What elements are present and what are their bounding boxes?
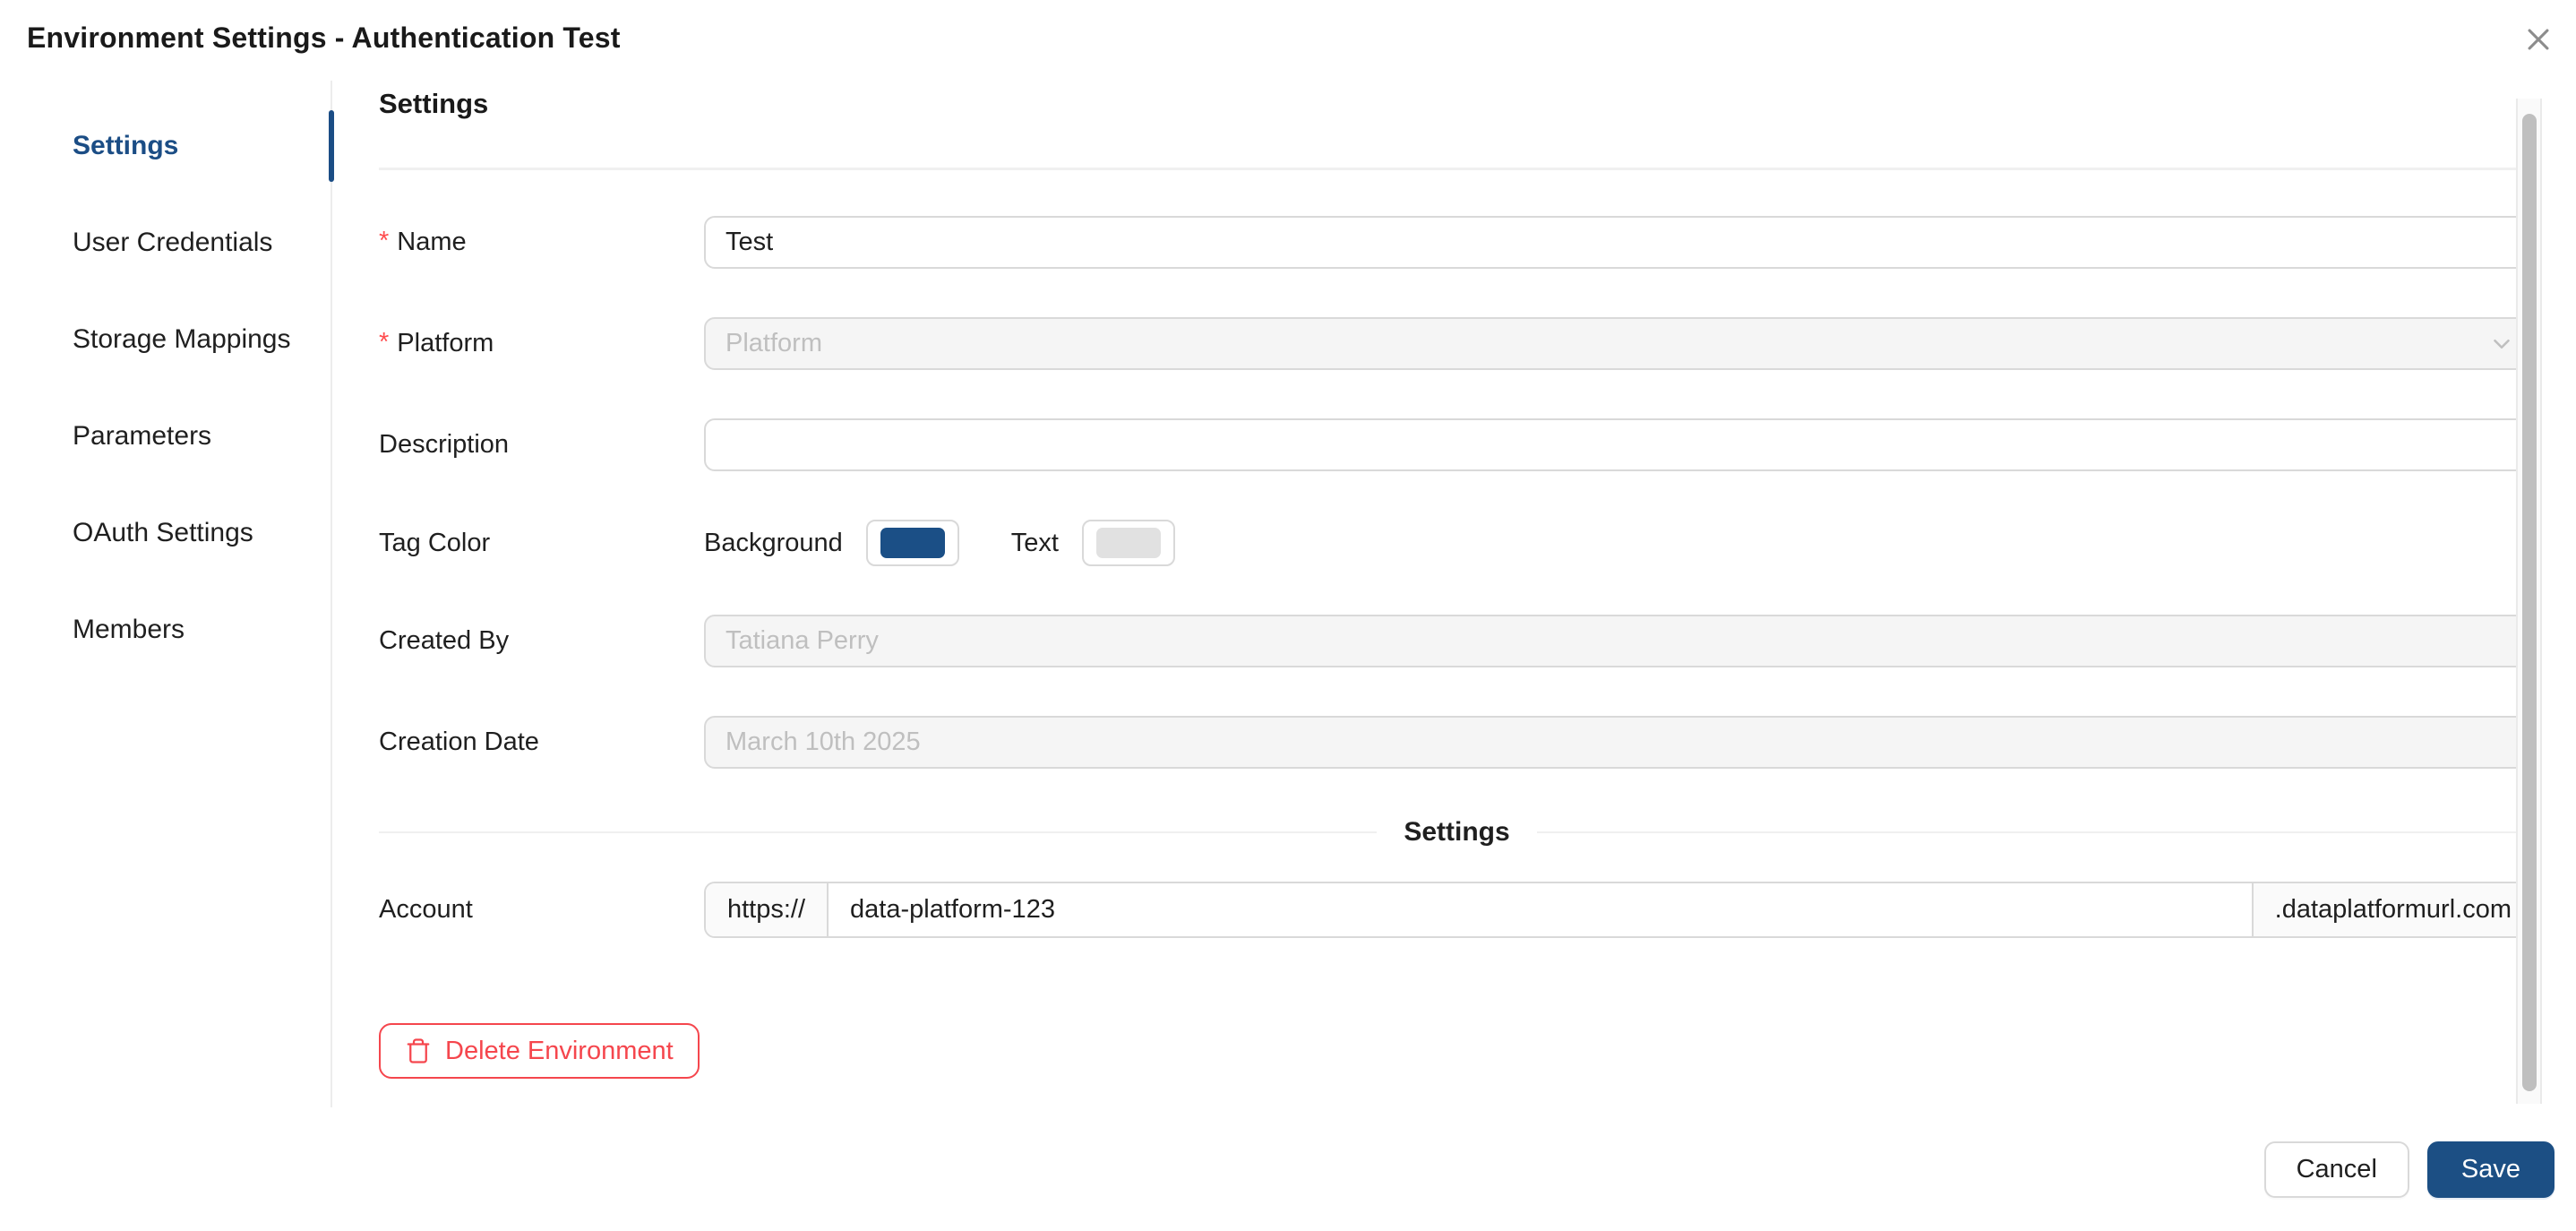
platform-label: * Platform <box>379 329 704 358</box>
modal-title: Environment Settings - Authentication Te… <box>27 22 2549 55</box>
sidebar-item-oauth-settings[interactable]: OAuth Settings <box>0 485 331 581</box>
name-row: * Name <box>379 216 2535 269</box>
platform-row: * Platform <box>379 317 2535 370</box>
scrollbar-thumb[interactable] <box>2522 114 2537 1091</box>
section-divider-label: Settings <box>1377 817 1536 848</box>
sidebar-item-storage-mappings[interactable]: Storage Mappings <box>0 291 331 388</box>
required-asterisk: * <box>379 227 389 256</box>
account-domain-suffix: .dataplatformurl.com <box>2252 883 2533 936</box>
text-color-label: Text <box>1011 529 1059 558</box>
background-color-label: Background <box>704 529 843 558</box>
account-input[interactable] <box>829 883 2252 936</box>
settings-panel: Settings * Name * Platform <box>332 81 2576 1107</box>
creation-date-row: Creation Date <box>379 716 2535 769</box>
panel-heading: Settings <box>379 88 2535 120</box>
sidebar-item-settings[interactable]: Settings <box>0 98 331 194</box>
trash-icon <box>405 1037 432 1064</box>
modal-body: Settings User Credentials Storage Mappin… <box>0 81 2576 1107</box>
close-icon <box>2523 24 2554 55</box>
settings-sidebar: Settings User Credentials Storage Mappin… <box>0 81 332 1107</box>
created-by-label: Created By <box>379 626 704 656</box>
platform-select <box>704 317 2535 370</box>
creation-date-input <box>704 716 2535 769</box>
account-row: Account https:// .dataplatformurl.com <box>379 882 2535 938</box>
creation-date-label: Creation Date <box>379 727 704 757</box>
modal-footer: Cancel Save <box>0 1107 2576 1231</box>
delete-environment-label: Delete Environment <box>445 1037 674 1066</box>
required-asterisk: * <box>379 328 389 357</box>
account-protocol-prefix: https:// <box>706 883 829 936</box>
close-button[interactable] <box>2519 20 2558 59</box>
account-input-group: https:// .dataplatformurl.com <box>704 882 2535 938</box>
created-by-row: Created By <box>379 615 2535 667</box>
heading-divider <box>379 168 2535 170</box>
text-color-picker[interactable] <box>1082 520 1175 566</box>
name-input[interactable] <box>704 216 2535 269</box>
save-button[interactable]: Save <box>2427 1141 2555 1198</box>
section-divider: Settings <box>379 817 2535 848</box>
description-input[interactable] <box>704 418 2535 471</box>
background-color-swatch <box>880 528 945 558</box>
modal-header: Environment Settings - Authentication Te… <box>0 0 2576 81</box>
sidebar-item-members[interactable]: Members <box>0 581 331 678</box>
tag-color-row: Tag Color Background Text <box>379 520 2535 566</box>
sidebar-item-parameters[interactable]: Parameters <box>0 388 331 485</box>
account-label: Account <box>379 895 704 925</box>
background-color-picker[interactable] <box>866 520 959 566</box>
tag-color-label: Tag Color <box>379 529 704 558</box>
text-color-swatch <box>1096 528 1161 558</box>
description-label: Description <box>379 430 704 460</box>
sidebar-item-user-credentials[interactable]: User Credentials <box>0 194 331 291</box>
name-label: * Name <box>379 228 704 257</box>
created-by-input <box>704 615 2535 667</box>
description-row: Description <box>379 418 2535 471</box>
delete-environment-button[interactable]: Delete Environment <box>379 1023 700 1079</box>
scrollbar-track[interactable] <box>2516 99 2542 1104</box>
cancel-button[interactable]: Cancel <box>2264 1141 2409 1198</box>
